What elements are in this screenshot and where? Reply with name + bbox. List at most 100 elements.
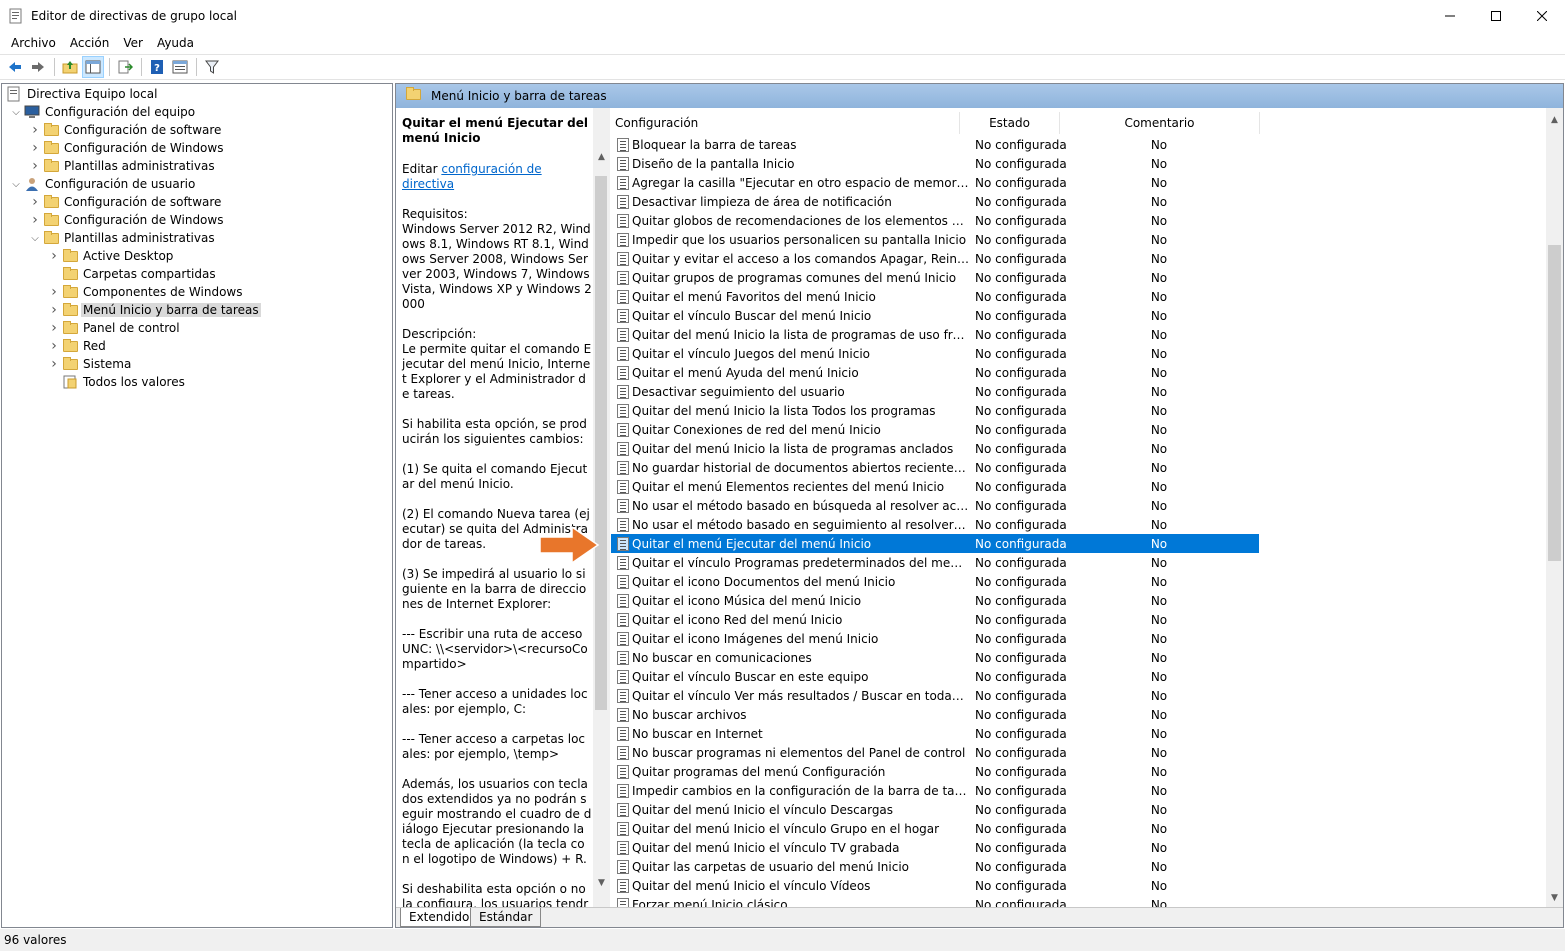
setting-row[interactable]: No buscar programas ni elementos del Pan… [611, 743, 1259, 762]
tree-item[interactable]: › Red [46, 337, 108, 355]
tree-item[interactable]: › Panel de control [46, 319, 182, 337]
setting-row[interactable]: Quitar el icono Red del menú Inicio No co… [611, 610, 1259, 629]
setting-row[interactable]: No buscar archivos No configurada No [611, 705, 1259, 724]
setting-row[interactable]: Quitar del menú Inicio el vínculo Descar… [611, 800, 1259, 819]
setting-row[interactable]: Desactivar seguimiento del usuario No con… [611, 382, 1259, 401]
setting-row[interactable]: Quitar el vínculo Buscar en este equipo N… [611, 667, 1259, 686]
chevron-right-icon[interactable]: › [27, 211, 43, 229]
setting-row[interactable]: Impedir cambios en la configuración de l… [611, 781, 1259, 800]
setting-row[interactable]: No buscar en comunicaciones No configurad… [611, 648, 1259, 667]
tree-item[interactable]: › Active Desktop [46, 247, 175, 265]
column-header-comentario[interactable]: Comentario [1060, 112, 1260, 134]
scroll-down-icon[interactable]: ▼ [1546, 889, 1563, 906]
chevron-down-icon[interactable]: ⌵ [8, 175, 24, 193]
setting-row[interactable]: Quitar del menú Inicio el vínculo Vídeos… [611, 876, 1259, 895]
setting-row[interactable]: Quitar el vínculo Buscar del menú Inicio… [611, 306, 1259, 325]
chevron-right-icon[interactable]: › [27, 193, 43, 211]
setting-row[interactable]: Quitar del menú Inicio la lista de progr… [611, 439, 1259, 458]
setting-row[interactable]: Forzar menú Inicio clásico No configurada… [611, 895, 1259, 907]
setting-row[interactable]: Quitar las carpetas de usuario del menú … [611, 857, 1259, 876]
properties-button[interactable] [169, 56, 191, 78]
setting-row[interactable]: Quitar el icono Documentos del menú Inic… [611, 572, 1259, 591]
menu-archivo[interactable]: Archivo [4, 36, 63, 50]
setting-row[interactable]: Quitar del menú Inicio el vínculo TV gra… [611, 838, 1259, 857]
maximize-button[interactable] [1473, 0, 1519, 32]
tree-item[interactable]: Todos los valores [46, 373, 187, 391]
setting-row[interactable]: Quitar el vínculo Programas predetermina… [611, 553, 1259, 572]
tree-item[interactable]: › Configuración de software [27, 121, 223, 139]
scroll-down-icon[interactable]: ▼ [593, 874, 610, 891]
setting-row[interactable]: Quitar el icono Música del menú Inicio No… [611, 591, 1259, 610]
setting-row[interactable]: No usar el método basado en búsqueda al … [611, 496, 1259, 515]
setting-row[interactable]: Quitar del menú Inicio el vínculo Grupo … [611, 819, 1259, 838]
setting-row[interactable]: Quitar del menú Inicio la lista Todos lo… [611, 401, 1259, 420]
column-header-configuracion[interactable]: Configuración [611, 112, 960, 134]
tree-item[interactable]: › Plantillas administrativas [27, 157, 217, 175]
tree-item[interactable]: › Componentes de Windows [46, 283, 245, 301]
tree-item[interactable]: ⌵ Plantillas administrativas [27, 229, 217, 247]
forward-button[interactable] [27, 56, 49, 78]
setting-row[interactable]: Agregar la casilla "Ejecutar en otro esp… [611, 173, 1259, 192]
tree-item[interactable]: ⌵ Configuración del equipo [8, 103, 197, 121]
filter-button[interactable] [201, 56, 223, 78]
chevron-right-icon[interactable]: › [27, 139, 43, 157]
setting-row[interactable]: Quitar programas del menú Configuración N… [611, 762, 1259, 781]
settings-list-scrollbar-thumb[interactable] [1548, 245, 1561, 561]
chevron-right-icon[interactable]: › [46, 283, 62, 301]
chevron-right-icon[interactable]: › [46, 301, 62, 319]
scroll-up-icon[interactable]: ▲ [1546, 111, 1563, 128]
setting-row[interactable]: Quitar el menú Elementos recientes del m… [611, 477, 1259, 496]
menu-ayuda[interactable]: Ayuda [150, 36, 201, 50]
setting-row[interactable]: Quitar globos de recomendaciones de los … [611, 211, 1259, 230]
tab-extendido[interactable]: Extendido [400, 908, 479, 927]
setting-row[interactable]: No usar el método basado en seguimiento … [611, 515, 1259, 534]
minimize-button[interactable] [1427, 0, 1473, 32]
back-button[interactable] [4, 56, 26, 78]
show-hide-tree-button[interactable] [82, 56, 104, 78]
setting-row[interactable]: Quitar el icono Imágenes del menú Inicio… [611, 629, 1259, 648]
setting-row[interactable]: Desactivar limpieza de área de notificac… [611, 192, 1259, 211]
setting-row[interactable]: Quitar el menú Ejecutar del menú Inicio N… [611, 534, 1259, 553]
tree-item[interactable]: › Menú Inicio y barra de tareas [46, 301, 261, 319]
setting-row[interactable]: No buscar en Internet No configurada No [611, 724, 1259, 743]
setting-row[interactable]: Quitar Conexiones de red del menú Inicio… [611, 420, 1259, 439]
setting-row[interactable]: Quitar el menú Favoritos del menú Inicio… [611, 287, 1259, 306]
chevron-right-icon[interactable]: › [46, 355, 62, 373]
tree-root[interactable]: Directiva Equipo local [6, 85, 159, 103]
setting-row[interactable]: Quitar el vínculo Ver más resultados / B… [611, 686, 1259, 705]
column-header-estado[interactable]: Estado [960, 112, 1060, 134]
chevron-right-icon[interactable]: › [46, 337, 62, 355]
close-button[interactable] [1519, 0, 1565, 32]
export-list-button[interactable] [114, 56, 136, 78]
chevron-down-icon[interactable]: ⌵ [27, 229, 43, 247]
setting-row[interactable]: Impedir que los usuarios personalicen su… [611, 230, 1259, 249]
setting-row[interactable]: Bloquear la barra de tareas No configurad… [611, 135, 1259, 154]
menu-ver[interactable]: Ver [116, 36, 150, 50]
tab-estandar[interactable]: Estándar [470, 908, 542, 927]
setting-row[interactable]: No guardar historial de documentos abier… [611, 458, 1259, 477]
up-folder-button[interactable] [59, 56, 81, 78]
setting-row[interactable]: Diseño de la pantalla Inicio No configura… [611, 154, 1259, 173]
chevron-right-icon[interactable]: › [27, 121, 43, 139]
setting-row[interactable]: Quitar el vínculo Juegos del menú Inicio… [611, 344, 1259, 363]
description-scrollbar-thumb[interactable] [595, 176, 607, 710]
tree-item[interactable]: › Sistema [46, 355, 133, 373]
chevron-right-icon[interactable]: › [46, 247, 62, 265]
tree-item[interactable]: Carpetas compartidas [46, 265, 218, 283]
setting-row[interactable]: Quitar grupos de programas comunes del m… [611, 268, 1259, 287]
scroll-up-icon[interactable]: ▲ [593, 148, 610, 165]
setting-row[interactable]: Quitar del menú Inicio la lista de progr… [611, 325, 1259, 344]
description-scrollbar[interactable]: ▲ ▼ [593, 108, 610, 907]
setting-row[interactable]: Quitar y evitar el acceso a los comandos… [611, 249, 1259, 268]
settings-list-scrollbar[interactable]: ▲ ▼ [1546, 108, 1563, 907]
setting-row[interactable]: Quitar el menú Ayuda del menú Inicio No c… [611, 363, 1259, 382]
menu-accion[interactable]: Acción [63, 36, 116, 50]
help-button[interactable]: ? [146, 56, 168, 78]
tree-item[interactable]: › Configuración de Windows [27, 211, 225, 229]
chevron-right-icon[interactable]: › [46, 319, 62, 337]
chevron-down-icon[interactable]: ⌵ [8, 103, 24, 121]
tree-item[interactable]: ⌵ Configuración de usuario [8, 175, 197, 193]
tree-item[interactable]: › Configuración de software [27, 193, 223, 211]
chevron-right-icon[interactable]: › [27, 157, 43, 175]
tree-item[interactable]: › Configuración de Windows [27, 139, 225, 157]
